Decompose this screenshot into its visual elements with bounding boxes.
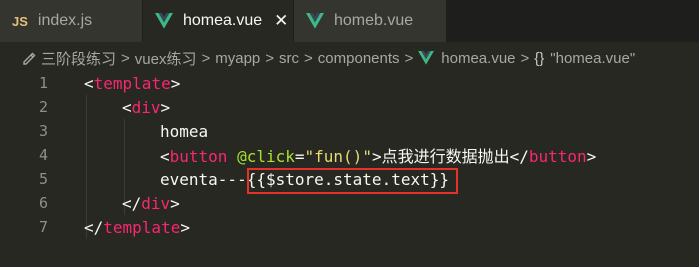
code-content: homea — [160, 122, 208, 141]
javascript-file-icon: JS — [12, 13, 28, 29]
code-line: 7 </template> — [0, 215, 699, 239]
code-content: <button @click="fun()">点我进行数据抛出</button> — [160, 143, 596, 167]
code-line: 6 </div> — [0, 191, 699, 215]
tag-bracket: < — [84, 73, 94, 93]
breadcrumb-item-src[interactable]: src — [279, 50, 299, 67]
line-number: 7 — [38, 218, 48, 236]
tag-bracket: </ — [509, 147, 529, 166]
code-line: 2 <div> — [0, 95, 699, 119]
tab-bar: JS index.js homea.vue ✕ homeb.vue — [0, 0, 699, 42]
tab-homeb-vue[interactable]: homeb.vue — [294, 0, 446, 42]
breadcrumb-separator: > — [265, 49, 275, 67]
tag-bracket: </ — [84, 217, 104, 237]
code-line: 3 homea — [0, 119, 699, 143]
tag-name: button — [169, 147, 228, 166]
folder-icon — [23, 52, 36, 65]
tag-bracket: > — [170, 193, 180, 213]
code-content: <div> — [122, 98, 170, 117]
breadcrumb-item-components[interactable]: components — [318, 50, 400, 67]
tag-bracket: </ — [122, 193, 142, 213]
breadcrumb-item-folder-root[interactable]: 三阶段练习 — [22, 48, 116, 69]
text-node: eventa--- — [160, 169, 247, 189]
editor-window: JS index.js homea.vue ✕ homeb.vue 三阶段练习 … — [0, 0, 699, 267]
breadcrumb-separator: > — [304, 49, 313, 67]
text-node: homea — [160, 121, 209, 141]
tag-bracket: > — [586, 147, 597, 166]
tab-label: index.js — [37, 12, 93, 29]
close-icon[interactable]: ✕ — [274, 11, 288, 31]
breadcrumb-separator: > — [121, 49, 130, 67]
tag-name: div — [131, 97, 161, 117]
breadcrumb-item-myapp[interactable]: myapp — [215, 50, 260, 67]
tag-bracket: > — [371, 147, 382, 166]
breadcrumb-separator: > — [201, 49, 211, 67]
breadcrumb-item-file[interactable]: homea.vue — [418, 49, 516, 67]
breadcrumb-item-symbol[interactable]: {} "homea.vue" — [534, 50, 635, 67]
code-content: </div> — [122, 194, 180, 213]
vue-file-icon — [418, 51, 435, 65]
code-editor[interactable]: 1 <template> 2 <div> 3 homea 4 <button @… — [0, 71, 699, 267]
breadcrumb-separator: > — [404, 49, 414, 67]
button-text: 点我进行数据抛出 — [381, 147, 510, 166]
symbol-braces-icon: {} — [534, 49, 545, 67]
attribute-equals: = — [294, 147, 305, 166]
tab-index-js[interactable]: JS index.js — [0, 0, 142, 42]
line-number: 2 — [38, 98, 48, 116]
code-line: 4 <button @click="fun()">点我进行数据抛出</butto… — [0, 143, 699, 167]
breadcrumb-label: homea.vue — [441, 49, 516, 67]
tab-homea-vue[interactable]: homea.vue ✕ — [143, 0, 293, 42]
tag-name: div — [141, 193, 171, 213]
tag-bracket: > — [170, 73, 181, 93]
tag-bracket: < — [122, 97, 132, 117]
breadcrumb-separator: > — [520, 49, 530, 67]
attribute-name: @click — [237, 147, 295, 166]
tag-name: template — [103, 217, 181, 237]
tag-bracket: > — [160, 97, 171, 117]
line-number: 6 — [38, 194, 48, 212]
highlight-annotation-box — [247, 168, 458, 194]
breadcrumb: 三阶段练习 > vuex练习 > myapp > src > component… — [0, 42, 699, 74]
line-number: 3 — [38, 122, 48, 140]
tag-name: template — [93, 73, 171, 93]
tab-label: homeb.vue — [334, 12, 414, 29]
code-line: 1 <template> — [0, 71, 699, 95]
tag-bracket: > — [180, 217, 190, 237]
attribute-value: "fun()" — [304, 147, 372, 166]
breadcrumb-label: 三阶段练习 — [41, 50, 117, 68]
vue-file-icon — [306, 13, 324, 29]
line-number: 1 — [38, 74, 48, 92]
code-content: </template> — [84, 218, 190, 237]
line-number: 5 — [38, 170, 48, 188]
code-content: <template> — [84, 74, 180, 93]
tag-bracket: < — [160, 147, 170, 166]
breadcrumb-label: "homea.vue" — [550, 49, 636, 67]
line-number: 4 — [38, 146, 48, 164]
vue-file-icon — [155, 13, 173, 29]
breadcrumb-item-vuex[interactable]: vuex练习 — [135, 48, 197, 69]
tag-name: button — [528, 147, 587, 166]
tab-label: homea.vue — [183, 12, 263, 29]
